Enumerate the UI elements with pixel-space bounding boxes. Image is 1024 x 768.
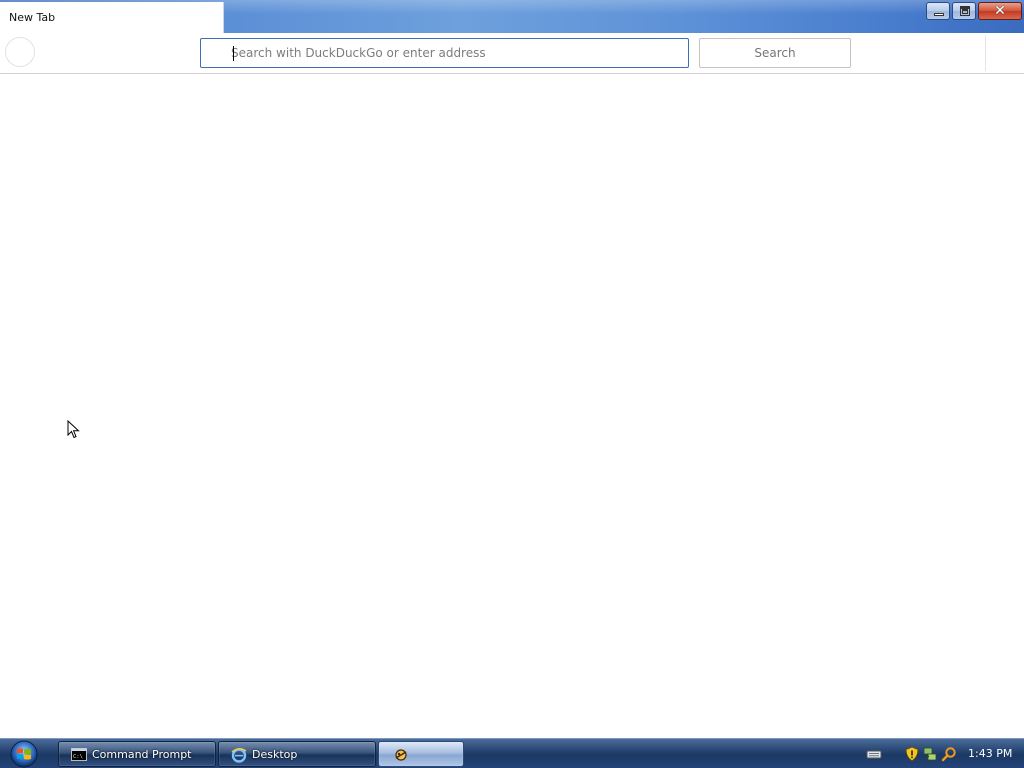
security-shield-icon[interactable] bbox=[904, 746, 920, 762]
address-input[interactable] bbox=[231, 39, 671, 67]
keyboard-icon[interactable] bbox=[866, 746, 882, 762]
taskbar-item-active-app[interactable] bbox=[378, 741, 464, 767]
restore-button[interactable] bbox=[952, 2, 976, 20]
taskbar-item-label: Command Prompt bbox=[92, 748, 192, 761]
search-icon[interactable] bbox=[941, 746, 957, 762]
restore-icon bbox=[960, 6, 970, 16]
text-caret bbox=[233, 46, 234, 61]
minimize-icon bbox=[934, 13, 944, 16]
window-titlebar: New Tab ✕ bbox=[0, 0, 1024, 33]
mouse-cursor-icon bbox=[67, 420, 80, 439]
taskbar: C:\ Command Prompt Desktop 1:43 PM bbox=[0, 738, 1024, 768]
search-button[interactable]: Search bbox=[699, 38, 851, 68]
taskbar-item-command-prompt[interactable]: C:\ Command Prompt bbox=[58, 741, 216, 767]
svg-text:C:\: C:\ bbox=[73, 754, 83, 760]
command-prompt-icon: C:\ bbox=[71, 748, 87, 761]
minimize-button[interactable] bbox=[926, 2, 950, 20]
browser-toolbar: Search bbox=[0, 33, 1024, 74]
taskbar-item-desktop[interactable]: Desktop bbox=[218, 741, 376, 767]
back-button[interactable] bbox=[5, 37, 35, 67]
system-clock[interactable]: 1:43 PM bbox=[968, 747, 1012, 760]
taskbar-item-label: Desktop bbox=[252, 748, 298, 761]
tab-new-tab[interactable]: New Tab bbox=[0, 2, 224, 33]
address-bar[interactable] bbox=[200, 38, 689, 68]
internet-explorer-icon bbox=[231, 748, 247, 763]
page-content[interactable] bbox=[0, 74, 1024, 738]
tab-title: New Tab bbox=[9, 11, 56, 24]
start-button[interactable] bbox=[9, 740, 39, 768]
toolbar-divider bbox=[985, 35, 986, 71]
network-icon[interactable] bbox=[922, 746, 938, 762]
close-icon: ✕ bbox=[994, 3, 1006, 19]
system-tray: 1:43 PM bbox=[860, 739, 1024, 768]
close-button[interactable]: ✕ bbox=[978, 2, 1022, 20]
app-icon bbox=[395, 749, 407, 761]
window-controls: ✕ bbox=[926, 2, 1022, 21]
